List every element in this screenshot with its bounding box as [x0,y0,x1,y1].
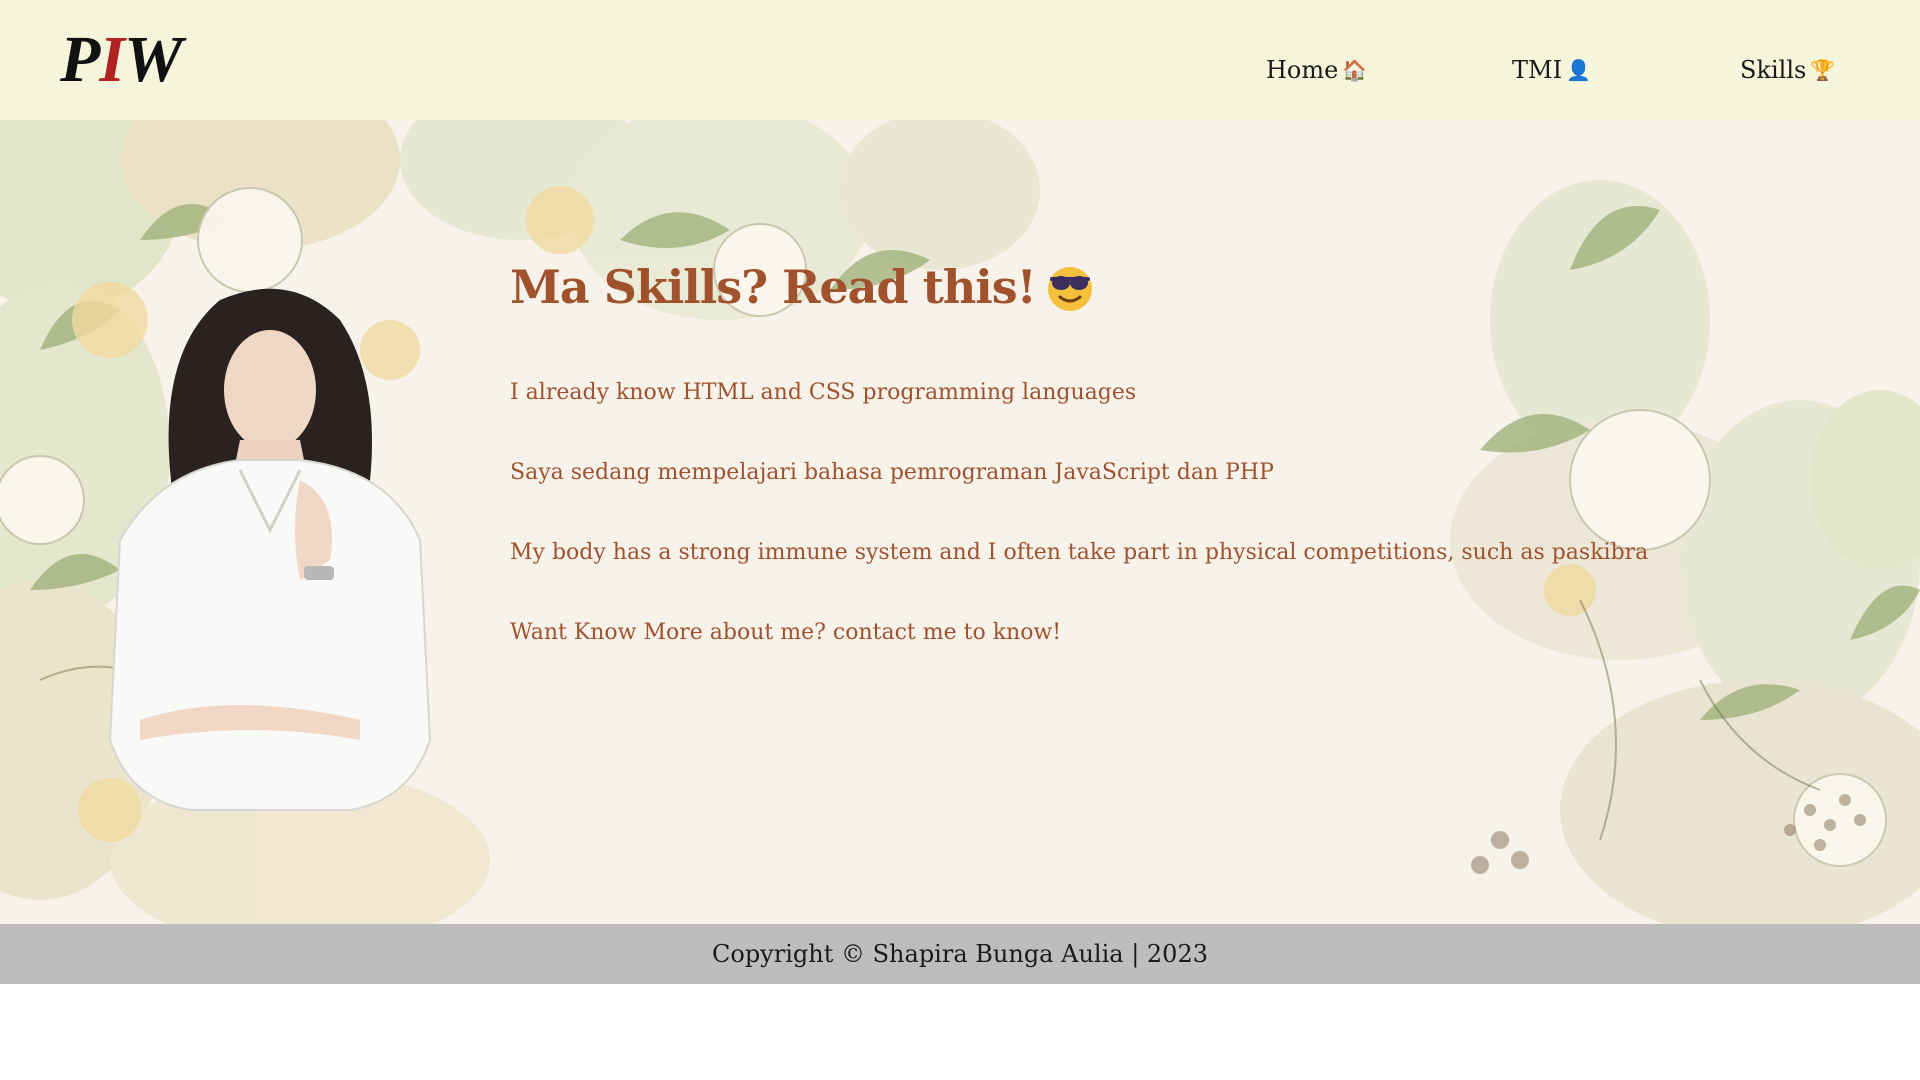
skill-paragraph-1: I already know HTML and CSS programming … [510,380,1137,405]
nav-tmi-label: TMI [1512,56,1563,84]
nav-home-label: Home [1266,56,1339,84]
copyright-text: Copyright © Shapira Bunga Aulia | 2023 [712,940,1208,968]
nav-skills-link[interactable]: Skills 🏆 [1740,56,1835,84]
logo-letter-p: P [60,23,100,96]
person-icon: 👤 [1566,58,1591,82]
site-logo[interactable]: PIW [60,22,183,98]
logo-letter-w: W [124,23,183,96]
page-title: Ma Skills? Read this! [510,260,1860,314]
nav-home-link[interactable]: Home 🏠 [1266,56,1367,84]
sunglasses-emoji-icon [1047,267,1092,311]
nav-tmi-link[interactable]: TMI 👤 [1512,56,1591,84]
contact-prompt: Want Know More about me? contact me to k… [510,620,1062,645]
page-title-text: Ma Skills? Read this! [510,260,1037,314]
skill-paragraph-3: My body has a strong immune system and I… [510,540,1649,565]
skills-content: Ma Skills? Read this! I already know HTM… [510,260,1860,645]
skill-paragraph-2: Saya sedang mempelajari bahasa pemrogram… [510,460,1274,485]
logo-letter-i: I [99,23,125,96]
skills-hero-section: Ma Skills? Read this! I already know HTM… [0,120,1920,924]
trophy-icon: 🏆 [1810,58,1836,82]
nav-skills-label: Skills [1740,56,1807,84]
footer: Copyright © Shapira Bunga Aulia | 2023 [0,924,1920,984]
navbar: PIW Home 🏠 TMI 👤 Skills 🏆 [0,0,1920,120]
house-icon: 🏠 [1342,58,1368,82]
portrait-image [108,288,432,811]
